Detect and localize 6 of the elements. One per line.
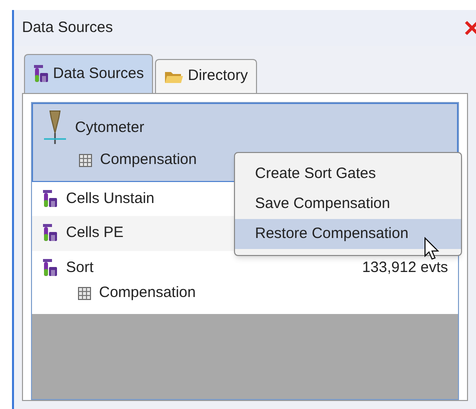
source-label: Cytometer [75,118,144,138]
event-count: 133,912 evts [362,258,448,278]
window-title: Data Sources [22,18,113,38]
source-label: Cells PE [66,223,124,243]
source-label: Cells Unstain [66,188,154,208]
source-label: Sort [66,258,94,278]
